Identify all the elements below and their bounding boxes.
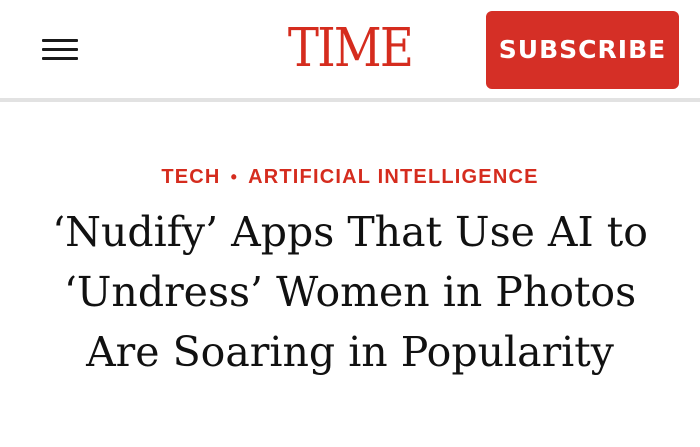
page: TIME SUBSCRIBE TECH • ARTIFICIAL INTELLIGE… — [0, 0, 700, 447]
headline-line-3: Are Soaring in Popularity — [86, 328, 614, 376]
time-logo[interactable]: TIME — [280, 19, 421, 79]
category-link-artificial-intelligence[interactable]: ARTIFICIAL INTELLIGENCE — [248, 166, 539, 188]
article-headline: ‘Nudify’ Apps That Use AI to ‘Undress’ W… — [0, 202, 700, 382]
category-link-tech[interactable]: TECH — [161, 166, 220, 188]
hamburger-menu-icon-bottom-bar — [42, 57, 78, 60]
site-header: TIME SUBSCRIBE — [0, 0, 700, 98]
menu-button[interactable] — [28, 26, 92, 72]
hamburger-menu-icon-middle-bar — [42, 48, 78, 51]
category-separator: • — [230, 167, 239, 187]
hamburger-menu-icon — [42, 39, 78, 42]
headline-line-1: ‘Nudify’ Apps That Use AI to — [52, 208, 648, 256]
article-categories: TECH • ARTIFICIAL INTELLIGENCE — [0, 162, 700, 192]
subscribe-button[interactable]: SUBSCRIBE — [486, 11, 679, 89]
header-divider — [0, 98, 700, 102]
headline-line-2: ‘Undress’ Women in Photos — [63, 268, 637, 316]
